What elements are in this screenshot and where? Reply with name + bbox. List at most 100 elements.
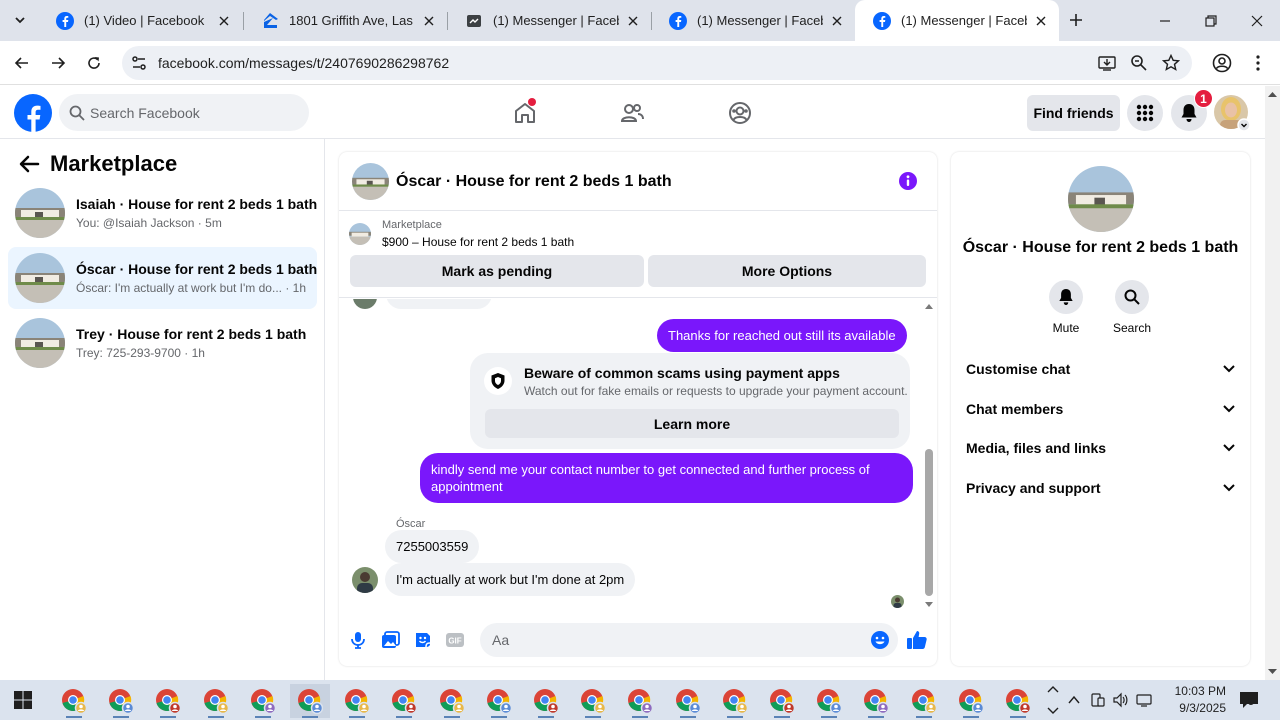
close-tab-icon[interactable] bbox=[625, 13, 641, 29]
emoji-icon[interactable] bbox=[870, 630, 890, 650]
home-notification-dot bbox=[528, 98, 536, 106]
address-bar[interactable]: facebook.com/messages/t/2407690286298762 bbox=[122, 46, 1192, 80]
sender-avatar[interactable] bbox=[352, 567, 378, 593]
back-button[interactable] bbox=[10, 51, 34, 75]
chrome-menu-icon[interactable] bbox=[1246, 51, 1270, 75]
conversation-title: Trey · House for rent 2 beds 1 bath bbox=[76, 326, 307, 342]
restore-button[interactable] bbox=[1188, 0, 1234, 41]
photo-icon[interactable] bbox=[381, 630, 401, 650]
mark-as-pending-button[interactable]: Mark as pending bbox=[350, 255, 644, 287]
sticker-icon[interactable] bbox=[413, 630, 433, 650]
network-icon[interactable] bbox=[1136, 692, 1152, 708]
chrome-taskbar-button[interactable] bbox=[479, 684, 519, 718]
mute-action[interactable]: Mute bbox=[1036, 280, 1096, 335]
chat-title[interactable]: Óscar · House for rent 2 beds 1 bath bbox=[396, 173, 672, 191]
facebook-search-input[interactable] bbox=[90, 94, 300, 131]
conversation-item-active[interactable]: Óscar · House for rent 2 beds 1 bath Ósc… bbox=[8, 247, 317, 309]
taskbar-open-indicator bbox=[915, 716, 932, 718]
device-icon[interactable] bbox=[1090, 692, 1106, 708]
close-tab-icon[interactable] bbox=[829, 13, 845, 29]
taskbar-open-indicator bbox=[349, 716, 366, 718]
close-tab-icon[interactable] bbox=[421, 13, 437, 29]
taskbar-scroll-icon[interactable] bbox=[1045, 682, 1061, 718]
bookmark-star-icon[interactable] bbox=[1162, 54, 1180, 72]
customise-chat-row[interactable]: Customise chat bbox=[966, 357, 1236, 381]
minimize-button[interactable] bbox=[1142, 0, 1188, 41]
browser-tab[interactable]: 1801 Griffith Ave, Las Veg bbox=[243, 0, 447, 41]
search-action[interactable]: Search bbox=[1102, 280, 1162, 335]
chrome-taskbar-button[interactable] bbox=[101, 684, 141, 718]
zoom-icon[interactable] bbox=[1130, 54, 1148, 72]
scam-warning-card: Beware of common scams using payment app… bbox=[470, 353, 910, 449]
gif-icon[interactable]: GIF bbox=[445, 630, 465, 650]
chrome-taskbar-button[interactable] bbox=[384, 684, 424, 718]
chrome-taskbar-button[interactable] bbox=[809, 684, 849, 718]
chat-members-row[interactable]: Chat members bbox=[966, 397, 1236, 421]
windows-start-icon[interactable] bbox=[14, 691, 32, 709]
find-friends-button[interactable]: Find friends bbox=[1027, 95, 1120, 131]
listing-thumbnail[interactable] bbox=[349, 223, 371, 245]
chrome-taskbar-button[interactable] bbox=[998, 684, 1038, 718]
chrome-taskbar-button[interactable] bbox=[573, 684, 613, 718]
taskbar-open-indicator bbox=[585, 716, 602, 718]
learn-more-button[interactable]: Learn more bbox=[485, 409, 899, 438]
browser-tab[interactable]: (1) Messenger | Facebook bbox=[447, 0, 651, 41]
volume-icon[interactable] bbox=[1112, 692, 1128, 708]
chrome-taskbar-button[interactable] bbox=[762, 684, 802, 718]
browser-tab[interactable]: (1) Messenger | Facebook bbox=[651, 0, 855, 41]
listing-price-title[interactable]: $900 – House for rent 2 beds 1 bath bbox=[382, 235, 574, 249]
chrome-taskbar-button[interactable] bbox=[904, 684, 944, 718]
install-app-icon[interactable] bbox=[1098, 54, 1116, 72]
browser-tab-active[interactable]: (1) Messenger | Facebook bbox=[855, 0, 1059, 41]
close-tab-icon[interactable] bbox=[216, 13, 232, 29]
chrome-taskbar-button[interactable] bbox=[620, 684, 660, 718]
more-options-button[interactable]: More Options bbox=[648, 255, 926, 287]
reload-button[interactable] bbox=[82, 51, 106, 75]
chrome-taskbar-button[interactable] bbox=[290, 684, 330, 718]
menu-grid-button[interactable] bbox=[1127, 95, 1163, 131]
facebook-logo-icon[interactable] bbox=[14, 94, 52, 132]
chrome-taskbar-button[interactable] bbox=[526, 684, 566, 718]
chrome-taskbar-button[interactable] bbox=[715, 684, 755, 718]
new-tab-button[interactable] bbox=[1064, 8, 1088, 32]
info-icon[interactable] bbox=[898, 171, 918, 191]
microphone-icon[interactable] bbox=[348, 630, 368, 650]
chrome-taskbar-button[interactable] bbox=[432, 684, 472, 718]
chat-thumbnail[interactable] bbox=[352, 163, 389, 200]
back-arrow-icon[interactable] bbox=[18, 153, 40, 175]
site-info-icon[interactable] bbox=[130, 54, 148, 72]
chrome-taskbar-button[interactable] bbox=[243, 684, 283, 718]
close-window-button[interactable] bbox=[1234, 0, 1280, 41]
account-avatar[interactable] bbox=[1214, 95, 1252, 133]
chat-scrollbar[interactable] bbox=[921, 299, 937, 612]
chrome-icon bbox=[722, 689, 748, 714]
conversation-item[interactable]: Isaiah · House for rent 2 beds 1 bath Yo… bbox=[8, 182, 317, 244]
chrome-taskbar-button[interactable] bbox=[337, 684, 377, 718]
page-scrollbar[interactable] bbox=[1265, 86, 1280, 680]
message-input[interactable] bbox=[492, 623, 862, 657]
chrome-taskbar-button[interactable] bbox=[668, 684, 708, 718]
forward-button[interactable] bbox=[46, 51, 70, 75]
chrome-taskbar-button[interactable] bbox=[951, 684, 991, 718]
conversation-item[interactable]: Trey · House for rent 2 beds 1 bath Trey… bbox=[8, 312, 317, 374]
chrome-taskbar-button[interactable] bbox=[54, 684, 94, 718]
thumbs-up-icon[interactable] bbox=[906, 629, 928, 651]
privacy-support-row[interactable]: Privacy and support bbox=[966, 476, 1236, 500]
show-hidden-icons-icon[interactable] bbox=[1066, 692, 1082, 708]
tab-search-icon[interactable] bbox=[8, 8, 32, 32]
browser-tab[interactable]: (1) Video | Facebook bbox=[38, 0, 242, 41]
facebook-search-box[interactable] bbox=[59, 94, 309, 131]
section-label: Privacy and support bbox=[966, 480, 1101, 496]
chrome-taskbar-button[interactable] bbox=[196, 684, 236, 718]
home-nav-button[interactable] bbox=[510, 98, 540, 128]
media-files-links-row[interactable]: Media, files and links bbox=[966, 436, 1236, 460]
system-clock[interactable]: 10:03 PM 9/3/2025 bbox=[1160, 683, 1226, 717]
chrome-taskbar-button[interactable] bbox=[148, 684, 188, 718]
listing-image[interactable] bbox=[1068, 166, 1134, 232]
profile-icon[interactable] bbox=[1210, 51, 1234, 75]
close-tab-icon[interactable] bbox=[1033, 13, 1049, 29]
friends-nav-button[interactable] bbox=[617, 98, 647, 128]
groups-nav-button[interactable] bbox=[725, 98, 755, 128]
chrome-taskbar-button[interactable] bbox=[856, 684, 896, 718]
message-input-box[interactable] bbox=[480, 623, 898, 657]
